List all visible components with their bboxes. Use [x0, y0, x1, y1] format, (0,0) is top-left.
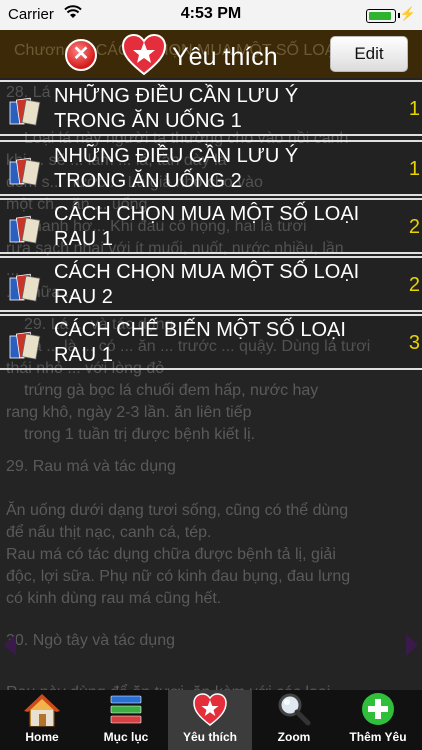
article-line: để nấu thịt nạc, canh cá, tép. — [6, 524, 212, 541]
article-line: Rau này dùng để ăn tươi, ăn kèm với các … — [6, 682, 416, 690]
favorite-title-line1: CÁCH CHỌN MUA MỘT SỐ LOẠI — [54, 203, 360, 225]
table-of-contents-icon — [110, 695, 142, 724]
edit-button[interactable]: Edit — [330, 36, 408, 72]
favorite-row[interactable]: CÁCH CHỌN MUA MỘT SỐ LOẠI RAU 1 2 — [0, 198, 422, 254]
favorite-page-number: 1 — [408, 158, 420, 180]
clock: 4:53 PM — [180, 5, 242, 22]
favorite-title-line1: CÁCH CHẾ BIẾN MỘT SỐ LOẠI — [54, 319, 346, 341]
favorite-title: CÁCH CHẾ BIẾN MỘT SỐ LOẠI RAU 1 — [54, 318, 384, 368]
tab-favorites[interactable]: Yêu thích — [168, 690, 252, 750]
favorite-title-line2: TRONG ĂN UỐNG 2 — [54, 170, 242, 192]
article-line: trứng gà bọc lá chuối đem hấp, nước hay — [24, 382, 319, 399]
article-line: 29. Rau má và tác dụng — [6, 458, 176, 475]
favorite-title-line2: RAU 2 — [54, 286, 113, 308]
favorite-row[interactable]: CÁCH CHẾ BIẾN MỘT SỐ LOẠI RAU 1 3 — [0, 314, 422, 370]
add-icon — [362, 693, 394, 725]
status-bar: Carrier 4:53 PM ⚡ — [0, 0, 422, 30]
favorite-title: NHỮNG ĐIỀU CẦN LƯU Ý TRONG ĂN UỐNG 2 — [54, 144, 384, 194]
favorite-title: NHỮNG ĐIỀU CẦN LƯU Ý TRONG ĂN UỐNG 1 — [54, 84, 384, 134]
book-icon — [9, 97, 41, 126]
favorites-header: ✕ Yêu thích Edit — [0, 30, 422, 78]
tab-zoom[interactable]: Zoom — [252, 690, 336, 750]
favorite-row[interactable]: CÁCH CHỌN MUA MỘT SỐ LOẠI RAU 2 2 — [0, 256, 422, 312]
favorite-page-number: 3 — [408, 332, 420, 354]
tab-add-favorite-label: Thêm Yêu — [349, 730, 407, 744]
book-icon — [9, 215, 41, 244]
charging-icon: ⚡ — [399, 6, 416, 21]
article-line: có kinh dùng rau má cũng hết. — [6, 590, 222, 607]
favorite-row[interactable]: NHỮNG ĐIỀU CẦN LƯU Ý TRONG ĂN UỐNG 1 1 — [0, 80, 422, 136]
book-icon — [9, 273, 41, 302]
previous-page-arrow-icon[interactable] — [4, 634, 16, 656]
tab-home[interactable]: Home — [0, 690, 84, 750]
favorite-row[interactable]: NHỮNG ĐIỀU CẦN LƯU Ý TRONG ĂN UỐNG 2 1 — [0, 140, 422, 196]
favorite-page-number: 1 — [408, 98, 420, 120]
favorite-title-line2: TRONG ĂN UỐNG 1 — [54, 110, 242, 132]
favorite-title-line1: NHỮNG ĐIỀU CẦN LƯU Ý — [54, 85, 299, 107]
favorite-page-number: 2 — [408, 274, 420, 296]
favorite-page-number: 2 — [408, 216, 420, 238]
favorites-title: Yêu thích — [172, 43, 278, 71]
heart-star-icon — [121, 34, 167, 76]
close-icon[interactable]: ✕ — [65, 39, 97, 71]
book-icon — [9, 157, 41, 186]
article-line: Ăn uống dưới dạng tươi sống, cũng có thể… — [6, 502, 349, 519]
tab-bar: Home Mục lục Yêu thích Zoom Thêm Yêu — [0, 690, 422, 750]
tab-zoom-label: Zoom — [277, 730, 311, 744]
tab-add-favorite[interactable]: Thêm Yêu — [336, 690, 420, 750]
battery-icon — [366, 9, 396, 23]
tab-table-of-contents-label: Mục lục — [103, 730, 149, 744]
tab-table-of-contents[interactable]: Mục lục — [84, 690, 168, 750]
tab-home-label: Home — [25, 730, 59, 744]
favorite-title-line2: RAU 1 — [54, 344, 113, 366]
favorite-title: CÁCH CHỌN MUA MỘT SỐ LOẠI RAU 2 — [54, 260, 384, 310]
article-line: Rau má có tác dụng chữa được bệnh tả lị,… — [6, 546, 336, 563]
favorite-title-line1: NHỮNG ĐIỀU CẦN LƯU Ý — [54, 145, 299, 167]
article-line: rang khô, ngày 2-3 lần. ăn liên tiếp — [6, 404, 252, 421]
article-line: độc, lợi sữa. Phụ nữ có kinh đau bụng, đ… — [6, 568, 351, 585]
magnifier-icon — [278, 693, 311, 726]
article-line: trong 1 tuần trị được bệnh kiết lị. — [24, 426, 256, 443]
favorite-title-line2: RAU 1 — [54, 228, 113, 250]
favorite-title: CÁCH CHỌN MUA MỘT SỐ LOẠI RAU 1 — [54, 202, 384, 252]
book-icon — [9, 331, 41, 360]
next-page-arrow-icon[interactable] — [406, 634, 418, 656]
tab-favorites-label: Yêu thích — [182, 730, 237, 744]
article-line: 30. Ngò tây và tác dụng — [6, 632, 175, 649]
favorite-title-line1: CÁCH CHỌN MUA MỘT SỐ LOẠI — [54, 261, 360, 283]
heart-star-icon — [193, 693, 227, 726]
home-icon — [24, 694, 60, 727]
